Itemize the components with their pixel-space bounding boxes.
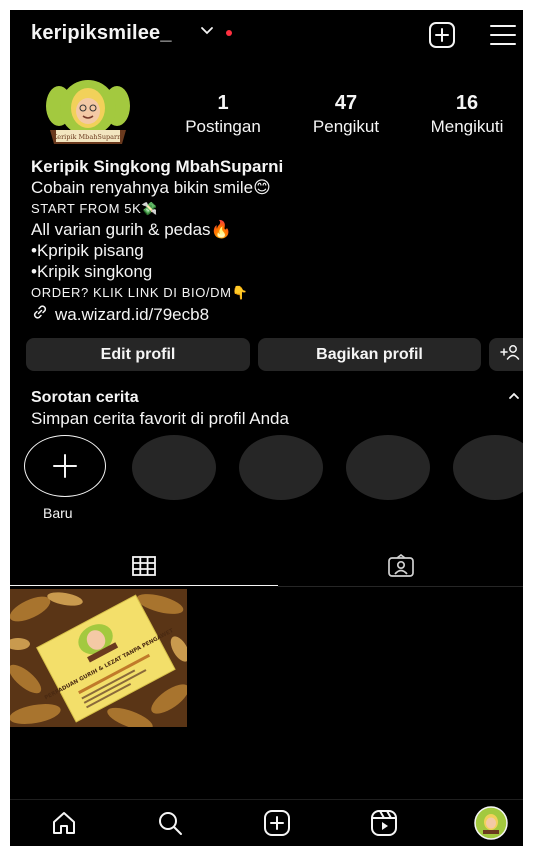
stat-label: Pengikut	[312, 117, 380, 136]
highlights-title: Sorotan cerita	[31, 389, 139, 406]
bio-link[interactable]: wa.wizard.id/79ecb8	[31, 303, 511, 326]
avatar[interactable]: Keripik MbahSuparni	[44, 78, 132, 150]
link-icon	[31, 303, 49, 326]
new-highlight-button[interactable]	[24, 435, 106, 497]
reels-icon[interactable]	[367, 806, 401, 840]
stat-label: Postingan	[185, 117, 261, 136]
edit-profile-button[interactable]: Edit profil	[26, 338, 250, 371]
plus-square-icon[interactable]	[427, 20, 457, 50]
add-person-icon	[499, 343, 521, 366]
profile-avatar[interactable]	[474, 806, 508, 840]
share-profile-button[interactable]: Bagikan profil	[258, 338, 481, 371]
bio-line: ORDER? KLIK LINK DI BIO/DM👇	[31, 285, 249, 300]
following-count[interactable]: 16 Mengikuti	[412, 90, 522, 138]
stat-value: 1	[217, 92, 229, 114]
add-person-button[interactable]	[489, 338, 523, 371]
stat-value: 47	[334, 92, 358, 114]
bottom-navigation	[10, 799, 523, 846]
tab-posts-grid[interactable]	[10, 546, 278, 586]
username[interactable]: keripiksmilee_	[31, 22, 172, 45]
active-tab-indicator	[10, 585, 278, 586]
stat-value: 16	[455, 92, 479, 114]
search-icon[interactable]	[153, 806, 187, 840]
chevron-down-icon[interactable]	[200, 24, 214, 43]
grid-icon	[132, 556, 156, 576]
highlight-placeholder	[453, 435, 523, 500]
notification-dot	[226, 30, 232, 36]
bio-line: •Kripik singkong	[31, 262, 153, 281]
avatar-logo-text: Keripik MbahSuparni	[53, 133, 124, 141]
plus-icon	[53, 454, 77, 478]
highlights-subtitle: Simpan cerita favorit di profil Anda	[31, 409, 289, 428]
posts-count[interactable]: 1 Postingan	[168, 90, 278, 138]
home-icon[interactable]	[47, 806, 81, 840]
tab-divider	[278, 586, 523, 587]
highlight-placeholder	[239, 435, 323, 500]
highlight-placeholder	[346, 435, 430, 500]
post-thumbnail[interactable]: PERPADUAN GURIH & LEZAT TANPA PENGAWET	[10, 589, 187, 727]
bio-line: START FROM 5K💸	[31, 201, 159, 216]
followers-count[interactable]: 47 Pengikut	[291, 90, 401, 138]
stat-label: Mengikuti	[430, 117, 504, 136]
bio-line: Cobain renyahnya bikin smile😊	[31, 178, 271, 197]
hamburger-menu-icon[interactable]	[489, 22, 517, 48]
tab-tagged[interactable]	[278, 546, 523, 586]
bio-line: •Kpripik pisang	[31, 241, 144, 260]
create-icon[interactable]	[260, 806, 294, 840]
highlight-placeholder	[132, 435, 216, 500]
bio-line: All varian gurih & pedas🔥	[31, 220, 232, 239]
link-text[interactable]: wa.wizard.id/79ecb8	[55, 304, 209, 325]
profile-screen: keripiksmilee_ Keripik MbahSuparni 1 Pos…	[10, 10, 523, 846]
new-highlight-label: Baru	[43, 505, 73, 521]
tagged-person-icon	[387, 554, 414, 577]
display-name: Keripik Singkong MbahSuparni	[31, 157, 284, 176]
bio: Keripik Singkong MbahSuparni Cobain reny…	[31, 156, 511, 326]
chevron-up-icon[interactable]	[508, 388, 520, 404]
